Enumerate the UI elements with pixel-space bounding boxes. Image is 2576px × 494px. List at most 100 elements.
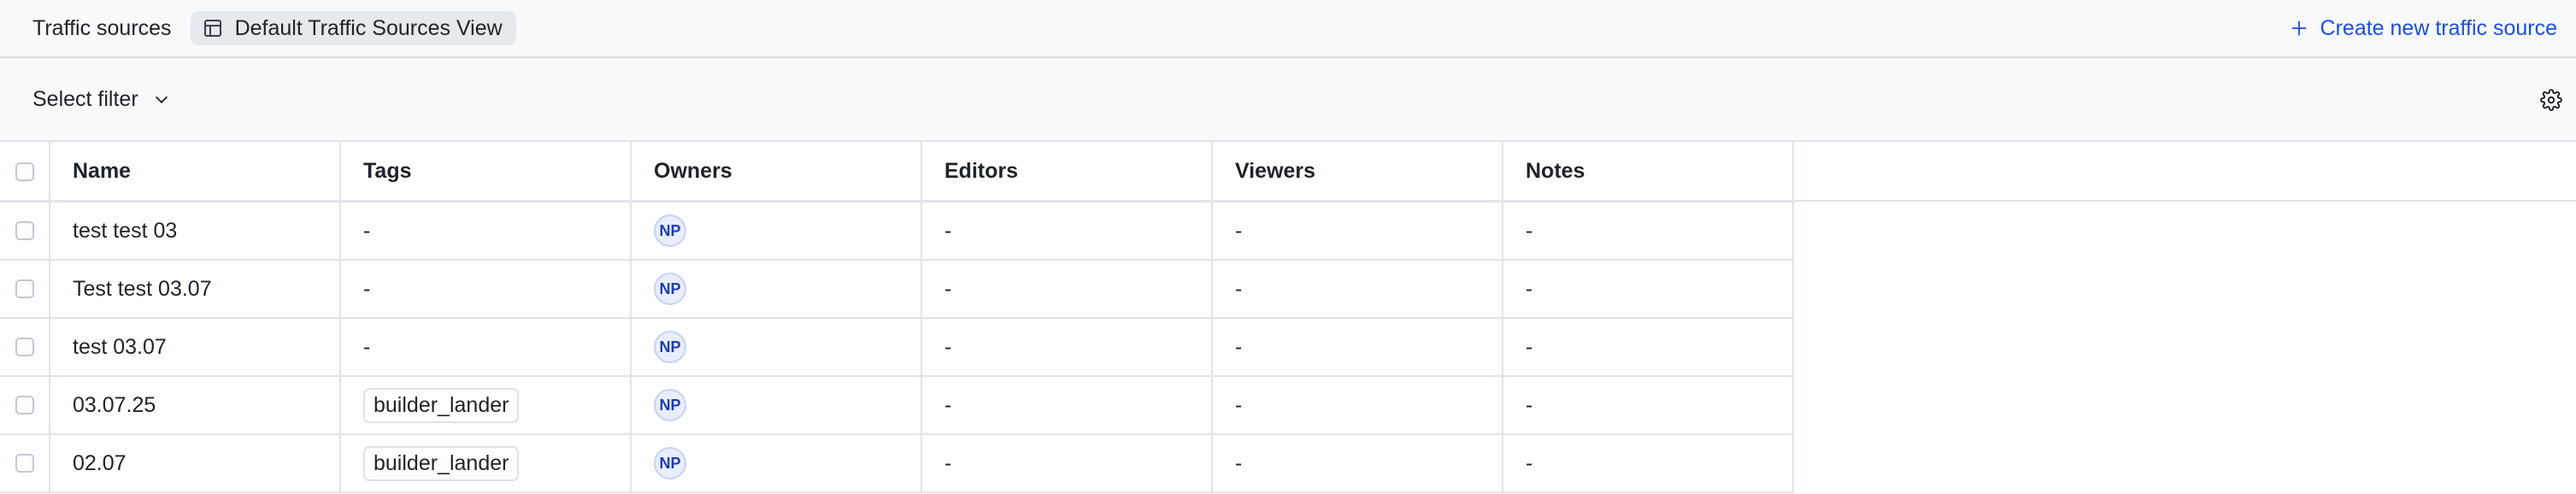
viewers-value: -: [1235, 392, 1243, 417]
owners-cell: NP: [631, 318, 922, 377]
tags-value: -: [363, 334, 371, 359]
name-value: test test 03: [73, 218, 178, 243]
filter-bar: Select filter: [0, 58, 2576, 142]
column-header-editors[interactable]: Editors: [921, 142, 1213, 203]
viewers-cell: -: [1212, 376, 1503, 435]
tag-chip[interactable]: builder_lander: [363, 387, 520, 423]
notes-value: -: [1526, 334, 1533, 359]
editors-cell: -: [921, 376, 1213, 435]
column-header-viewers[interactable]: Viewers: [1212, 142, 1503, 203]
editors-cell: -: [921, 434, 1213, 493]
table-row[interactable]: test test 03 - NP - - -: [0, 202, 1794, 261]
column-header-owners[interactable]: Owners: [631, 142, 922, 203]
column-header-tags[interactable]: Tags: [340, 142, 632, 203]
name-value: Test test 03.07: [73, 276, 212, 301]
gear-icon[interactable]: [2540, 89, 2562, 111]
viewers-value: -: [1235, 450, 1243, 475]
select-all-cell: [0, 142, 50, 203]
notes-value: -: [1526, 218, 1533, 243]
row-select-cell: [0, 202, 50, 261]
table-wrapper: Name Tags Owners Editors Viewers Notes t…: [0, 142, 2576, 493]
editors-value: -: [944, 450, 952, 475]
owners-cell: NP: [631, 434, 922, 493]
name-value: 02.07: [73, 450, 126, 475]
page-title: Traffic sources: [32, 15, 172, 40]
row-checkbox[interactable]: [15, 221, 34, 240]
table-row[interactable]: 03.07.25 builder_lander NP - - -: [0, 376, 1794, 435]
editors-cell: -: [921, 260, 1213, 319]
chevron-down-icon: [155, 96, 168, 103]
avatar: NP: [654, 447, 686, 479]
avatar: NP: [654, 215, 686, 247]
view-selector[interactable]: Default Traffic Sources View: [190, 11, 516, 45]
row-select-cell: [0, 260, 50, 319]
notes-value: -: [1526, 392, 1533, 417]
table-row[interactable]: Test test 03.07 - NP - - -: [0, 260, 1794, 319]
tags-value: -: [363, 276, 371, 301]
row-checkbox[interactable]: [15, 279, 34, 298]
notes-cell: -: [1503, 434, 1794, 493]
select-filter-label: Select filter: [32, 86, 138, 111]
plus-icon: [2291, 21, 2306, 36]
tags-cell: -: [340, 318, 632, 377]
notes-cell: -: [1503, 260, 1794, 319]
create-traffic-source-button[interactable]: Create new traffic source: [2290, 0, 2557, 56]
table-header-row: Name Tags Owners Editors Viewers Notes: [0, 142, 1794, 203]
viewers-value: -: [1235, 218, 1243, 243]
owners-cell: NP: [631, 202, 922, 261]
table-row[interactable]: test 03.07 - NP - - -: [0, 318, 1794, 377]
notes-cell: -: [1503, 202, 1794, 261]
tag-chip[interactable]: builder_lander: [363, 445, 520, 481]
row-checkbox[interactable]: [15, 454, 34, 473]
column-header-name[interactable]: Name: [50, 142, 341, 203]
traffic-sources-table: Name Tags Owners Editors Viewers Notes t…: [0, 142, 1794, 493]
viewers-value: -: [1235, 334, 1243, 359]
avatar: NP: [654, 273, 686, 305]
tags-cell: builder_lander: [340, 376, 632, 435]
owners-cell: NP: [631, 260, 922, 319]
editors-value: -: [944, 218, 952, 243]
top-bar: Traffic sources Default Traffic Sources …: [0, 0, 2576, 58]
name-cell[interactable]: 03.07.25: [50, 376, 341, 435]
notes-cell: -: [1503, 376, 1794, 435]
table-row[interactable]: 02.07 builder_lander NP - - -: [0, 434, 1794, 493]
viewers-cell: -: [1212, 434, 1503, 493]
name-cell[interactable]: 02.07: [50, 434, 341, 493]
viewers-value: -: [1235, 276, 1243, 301]
row-select-cell: [0, 434, 50, 493]
owners-cell: NP: [631, 376, 922, 435]
name-value: 03.07.25: [73, 392, 156, 417]
notes-value: -: [1526, 450, 1533, 475]
tags-value: -: [363, 218, 371, 243]
editors-value: -: [944, 334, 952, 359]
editors-cell: -: [921, 318, 1213, 377]
view-label: Default Traffic Sources View: [234, 15, 503, 40]
notes-value: -: [1526, 276, 1533, 301]
tags-cell: -: [340, 202, 632, 261]
viewers-cell: -: [1212, 202, 1503, 261]
header-divider: [0, 200, 2576, 202]
select-all-checkbox[interactable]: [15, 162, 34, 181]
editors-value: -: [944, 392, 952, 417]
name-cell[interactable]: Test test 03.07: [50, 260, 341, 319]
row-select-cell: [0, 318, 50, 377]
name-value: test 03.07: [73, 334, 167, 359]
select-filter-dropdown[interactable]: Select filter: [32, 87, 171, 112]
row-checkbox[interactable]: [15, 396, 34, 415]
editors-cell: -: [921, 202, 1213, 261]
row-select-cell: [0, 376, 50, 435]
tags-cell: -: [340, 260, 632, 319]
create-label: Create new traffic source: [2320, 15, 2557, 40]
column-header-notes[interactable]: Notes: [1503, 142, 1794, 203]
tags-cell: builder_lander: [340, 434, 632, 493]
table-icon: [203, 20, 221, 37]
row-checkbox[interactable]: [15, 338, 34, 356]
viewers-cell: -: [1212, 260, 1503, 319]
name-cell[interactable]: test test 03: [50, 202, 341, 261]
avatar: NP: [654, 331, 686, 363]
avatar: NP: [654, 389, 686, 421]
editors-value: -: [944, 276, 952, 301]
notes-cell: -: [1503, 318, 1794, 377]
name-cell[interactable]: test 03.07: [50, 318, 341, 377]
viewers-cell: -: [1212, 318, 1503, 377]
